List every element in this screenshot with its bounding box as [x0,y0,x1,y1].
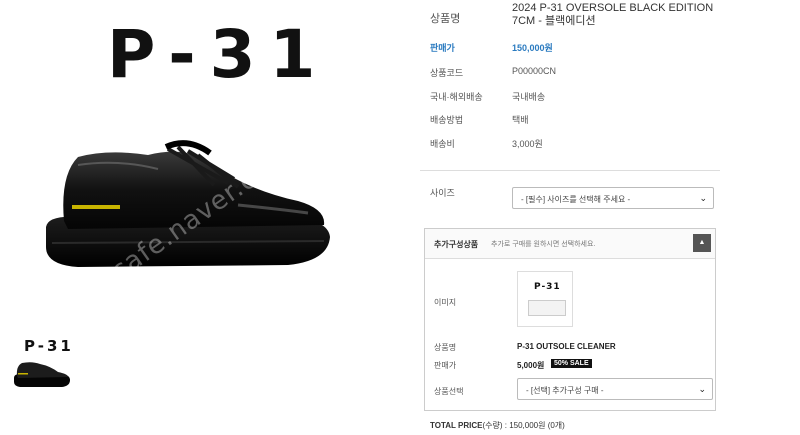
addon-select-value: - [선택] 추가구성 구매 - [526,386,604,395]
sale-badge: 50% SALE [551,359,592,368]
product-thumbnail[interactable] [12,358,72,390]
brand-logo-small: P-31 [24,337,74,355]
addon-price-label: 판매가 [434,361,457,370]
shipping-scope-label: 국내·해외배송 [430,92,483,102]
shipping-scope-value: 국내배송 [512,92,546,102]
addon-select[interactable]: - [선택] 추가구성 구매 - ⌄ [517,378,713,400]
addon-name-label: 상품명 [434,343,457,352]
chevron-down-icon: ⌄ [699,193,707,203]
code-value: P00000CN [512,66,557,76]
code-label: 상품코드 [430,68,464,78]
total-label: TOTAL PRICE [430,421,483,430]
divider [420,170,720,171]
total-value: : 150,000원 (0개) [504,421,565,430]
product-name-label: 상품명 [430,13,461,25]
price-label: 판매가 [430,43,455,53]
chevron-down-icon: ⌄ [698,384,706,394]
addon-description: 추가로 구매를 원하시면 선택하세요. [491,241,596,248]
shipping-method-value: 택배 [512,115,529,125]
size-select-value: - [필수] 사이즈를 선택해 주세요 - [521,195,631,204]
addon-panel: 추가구성상품 추가로 구매를 원하시면 선택하세요. ▲ 이미지 P-31 상품… [424,228,716,411]
addon-title: 추가구성상품 [434,240,479,249]
total-qty-label: (수량) [482,421,503,430]
addon-image-brand: P-31 [534,282,561,292]
shipping-fee-label: 배송비 [430,139,455,149]
addon-select-label: 상품선택 [434,387,464,396]
shipping-method-label: 배송방법 [430,115,464,125]
size-label: 사이즈 [430,188,455,198]
chevron-up-icon: ▲ [698,239,706,246]
addon-product-image[interactable]: P-31 [517,271,573,327]
total-price: TOTAL PRICE(수량) : 150,000원 (0개) [430,420,565,431]
collapse-button[interactable]: ▲ [693,234,711,252]
product-name: 2024 P-31 OVERSOLE BLACK EDITION 7CM - 블… [512,2,714,27]
price-value: 150,000원 [512,43,553,53]
addon-name: P-31 OUTSOLE CLEANER [517,342,616,351]
cleaner-image [528,300,566,316]
shipping-fee-value: 3,000원 [512,139,543,149]
brand-logo-large: P-31 [107,16,330,93]
addon-price: 5,000원 [517,361,545,370]
addon-header: 추가구성상품 추가로 구매를 원하시면 선택하세요. ▲ [425,229,715,259]
size-select[interactable]: - [필수] 사이즈를 선택해 주세요 - ⌄ [512,187,714,209]
addon-image-label: 이미지 [434,298,457,307]
